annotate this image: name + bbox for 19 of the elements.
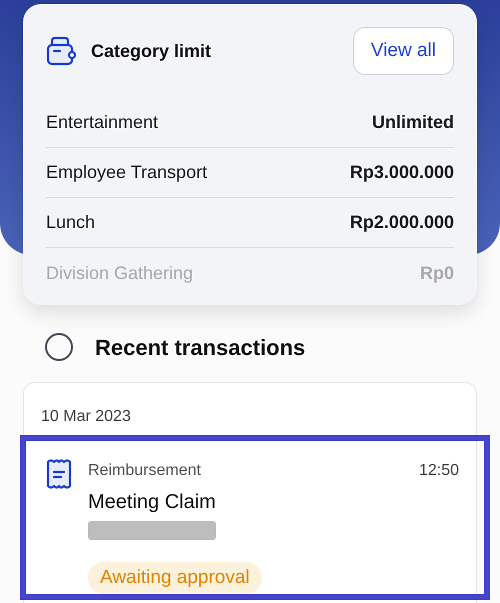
card-title: Category limit bbox=[91, 40, 212, 63]
category-name: Employee Transport bbox=[46, 161, 208, 184]
status-badge: Awaiting approval bbox=[88, 562, 262, 594]
transaction-date: 10 Mar 2023 bbox=[40, 407, 132, 427]
transaction-item[interactable]: Reimbursement 12:50 Meeting Claim Awaiting approval bbox=[20, 435, 490, 600]
category-amount: Rp0 bbox=[420, 262, 454, 285]
category-amount: Rp3.000.000 bbox=[350, 161, 454, 184]
category-amount: Unlimited bbox=[372, 111, 454, 134]
view-all-button[interactable]: View all bbox=[352, 27, 454, 75]
receipt-icon bbox=[46, 459, 72, 489]
transaction-type: Reimbursement bbox=[88, 461, 201, 481]
category-amount: Rp2.000.000 bbox=[350, 211, 454, 234]
wallet-icon bbox=[46, 36, 77, 66]
section-title: Recent transactions bbox=[95, 334, 306, 362]
transaction-title: Meeting Claim bbox=[88, 490, 217, 515]
category-name: Entertainment bbox=[46, 111, 158, 134]
category-name: Division Gathering bbox=[46, 262, 194, 285]
category-name: Lunch bbox=[46, 211, 96, 234]
transaction-time: 12:50 bbox=[418, 461, 459, 481]
